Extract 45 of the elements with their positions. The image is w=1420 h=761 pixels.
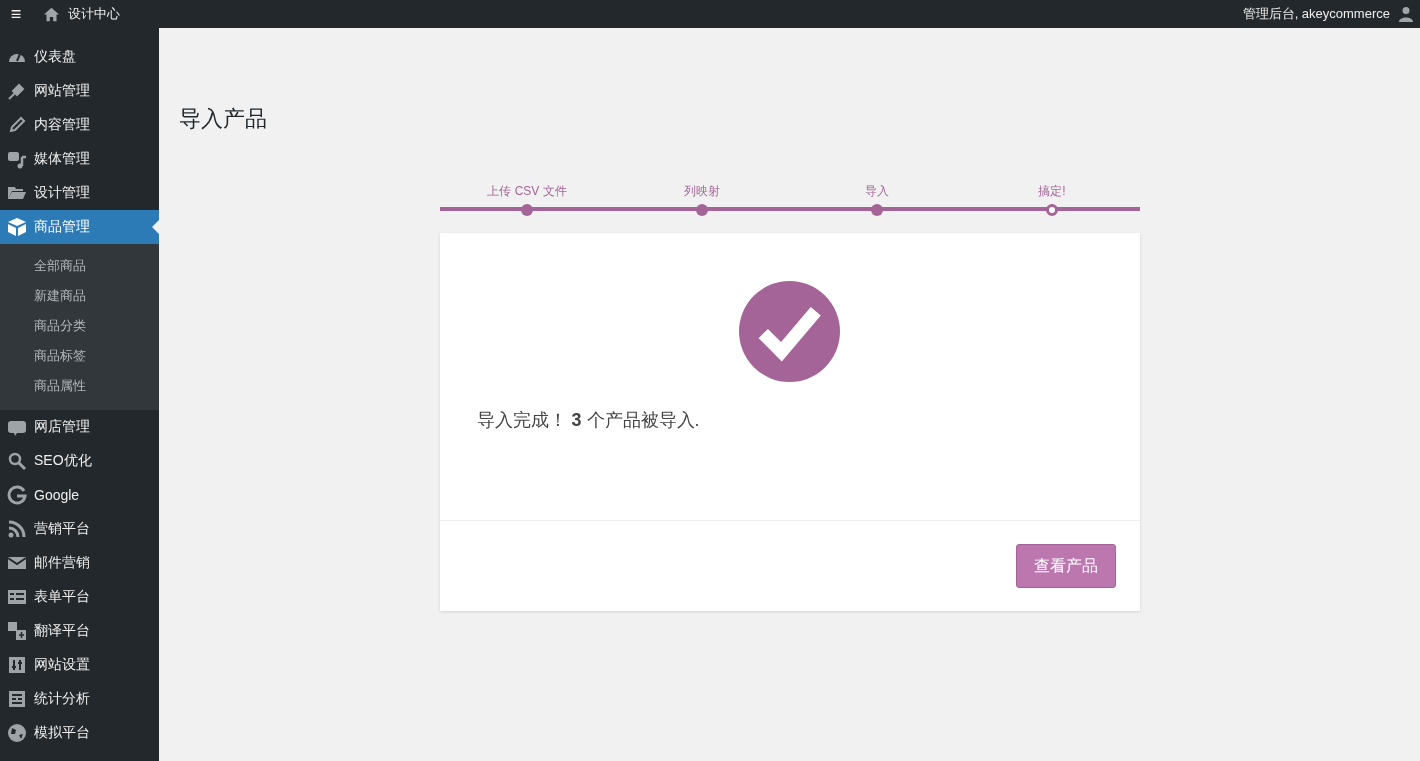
menu-icon[interactable]: ≡ [0,3,32,25]
sidebar-item[interactable]: 网站设置 [0,648,159,682]
sidebar-item[interactable]: 媒体管理 [0,142,159,176]
sidebar-item[interactable]: 翻译平台 [0,614,159,648]
pencil-icon [7,115,27,135]
submenu-item[interactable]: 商品分类 [0,311,159,341]
submenu-item[interactable]: 商品属性 [0,371,159,401]
step-label: 列映射 [684,183,720,200]
globe-icon [7,723,27,743]
import-result-message: 导入完成！ 3 个产品被导入. [476,409,700,432]
sidebar-item[interactable]: 模拟平台 [0,716,159,750]
form-icon [7,587,27,607]
sidebar-item[interactable]: 统计分析 [0,682,159,716]
sidebar-item[interactable]: 设计管理 [0,176,159,210]
box-icon [7,217,27,237]
account-link[interactable]: 管理后台, akeycommerce [1242,5,1390,23]
sidebar-item[interactable]: 网店管理 [0,410,159,444]
sidebar-item[interactable]: Google [0,478,159,512]
letter-g-icon [7,485,27,505]
sidebar-item[interactable]: SEO优化 [0,444,159,478]
report-icon [7,689,27,709]
sidebar-item[interactable]: 邮件营销 [0,546,159,580]
checkmark-icon [739,281,840,382]
sidebar-item[interactable]: 网站管理 [0,74,159,108]
user-icon[interactable] [1398,6,1414,22]
submenu-item[interactable]: 新建商品 [0,281,159,311]
media-icon [7,149,27,169]
rss-icon [7,519,27,539]
sidebar-item[interactable]: 表单平台 [0,580,159,614]
translate-icon [7,621,27,641]
step-label: 上传 CSV 文件 [487,183,567,200]
sidebar-item[interactable]: 商品管理 [0,210,159,244]
sliders-icon [7,655,27,675]
step-label: 搞定! [1038,183,1066,200]
sidebar-item[interactable]: 仪表盘 [0,40,159,74]
sidebar-item[interactable]: 内容管理 [0,108,159,142]
site-title-link[interactable]: 设计中心 [68,5,120,23]
search-icon [7,451,27,471]
sidebar-item[interactable]: 营销平台 [0,512,159,546]
page-title: 导入产品 [179,105,268,133]
pushpin-icon [7,81,27,101]
home-icon[interactable] [43,6,60,22]
submenu-item[interactable]: 全部商品 [0,251,159,281]
submenu-item[interactable]: 商品标签 [0,341,159,371]
step-label: 导入 [865,183,889,200]
